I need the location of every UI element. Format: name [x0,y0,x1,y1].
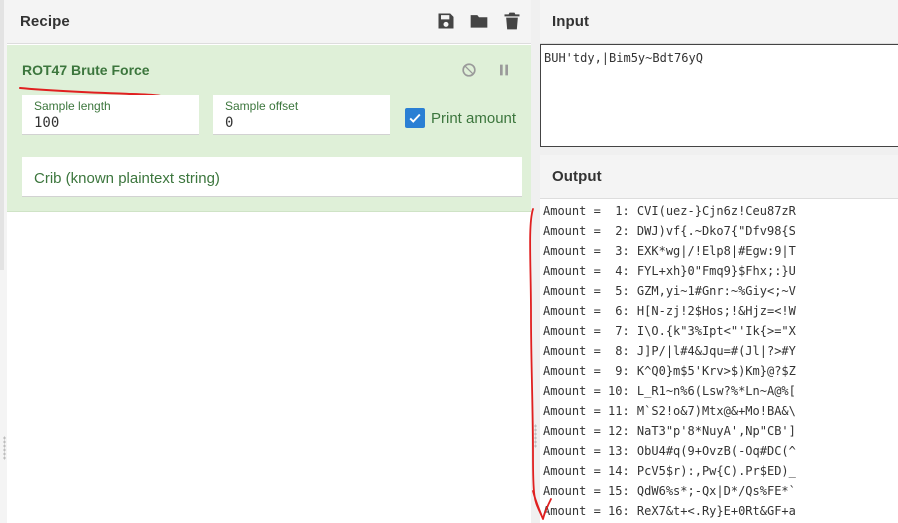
input-title: Input [552,13,590,30]
sample-offset-label: Sample offset [225,99,299,113]
divider-grip[interactable] [534,424,537,448]
output-area[interactable]: Amount = 1: CVI(uez-}Cjn6z!Ceu87zR Amount… [540,199,898,523]
pause-icon[interactable] [493,59,515,81]
recipe-actions [435,10,523,32]
print-amount-label: Print amount [431,109,517,127]
output-title: Output [552,168,602,185]
sample-length-value[interactable]: 100 [34,115,59,131]
input-textarea[interactable]: BUH'tdy,|Bim5y~Bdt76yQ [541,45,898,146]
output-line: Amount = 5: GZM,yi~1#Gnr:~%Giy<;~V [543,284,796,298]
operation-title: ROT47 Brute Force [22,62,150,78]
print-amount-toggle[interactable]: Print amount [405,108,516,128]
output-line: Amount = 12: NaT3"p'8*NuyA',Np"CB'] [543,424,796,438]
crib-placeholder: Crib (known plaintext string) [34,170,220,187]
folder-icon[interactable] [468,10,490,32]
output-line: Amount = 11: M`S2!o&7)Mtx@&+Mo!BA&\ [543,404,796,418]
output-line: Amount = 10: L_R1~n%6(Lsw?%*Ln~A@%[ [543,384,796,398]
output-header: Output [540,155,898,199]
check-icon [409,113,421,123]
save-icon[interactable] [435,10,457,32]
input-area[interactable]: BUH'tdy,|Bim5y~Bdt76yQ [540,44,898,147]
recipe-header: Recipe [7,0,531,44]
recipe-title: Recipe [20,13,70,30]
output-line: Amount = 2: DWJ)vf{.~Dko7{"Dfv98{S [543,224,796,238]
sample-offset-value[interactable]: 0 [225,115,233,131]
ban-icon[interactable] [458,59,480,81]
output-line: Amount = 16: ReX7&t+<.Ry}E+0Rt&GF+a [543,504,796,518]
output-line: Amount = 1: CVI(uez-}Cjn6z!Ceu87zR [543,204,796,218]
operation-controls [458,59,515,81]
sample-length-label: Sample length [34,99,111,113]
input-header: Input [540,0,898,44]
io-splitter[interactable] [540,147,898,155]
output-line: Amount = 3: EXK*wg|/!Elp8|#Egw:9|T [543,244,796,258]
trash-icon[interactable] [501,10,523,32]
output-line: Amount = 15: QdW6%s*;-Qx|D*/Qs%FE*` [543,484,796,498]
sample-length-field[interactable]: Sample length 100 [22,95,199,135]
output-line: Amount = 8: J]P/|l#4&Jqu=#(Jl|?>#Y [543,344,796,358]
output-line: Amount = 9: K^Q0}m$5'Krv>$)Km}@?$Z [543,364,796,378]
resize-grip[interactable] [3,436,6,460]
output-line: Amount = 4: FYL+xh}0"Fmq9}$Fhx;:}U [543,264,796,278]
output-line: Amount = 14: PcV5$r):,Pw{C).Pr$ED)_ [543,464,796,478]
output-line: Amount = 13: ObU4#q(9+OvzB(-Oq#DC(^ [543,444,796,458]
sample-offset-field[interactable]: Sample offset 0 [213,95,390,135]
output-line: Amount = 6: H[N-zj!2$Hos;!&Hjz=<!W [543,304,796,318]
print-amount-checkbox[interactable] [405,108,425,128]
output-line: Amount = 7: I\O.{k"3%Ipt<"'Ik{>="X [543,324,796,338]
scrollbar-thumb[interactable] [0,0,4,270]
crib-input[interactable]: Crib (known plaintext string) [22,157,522,197]
